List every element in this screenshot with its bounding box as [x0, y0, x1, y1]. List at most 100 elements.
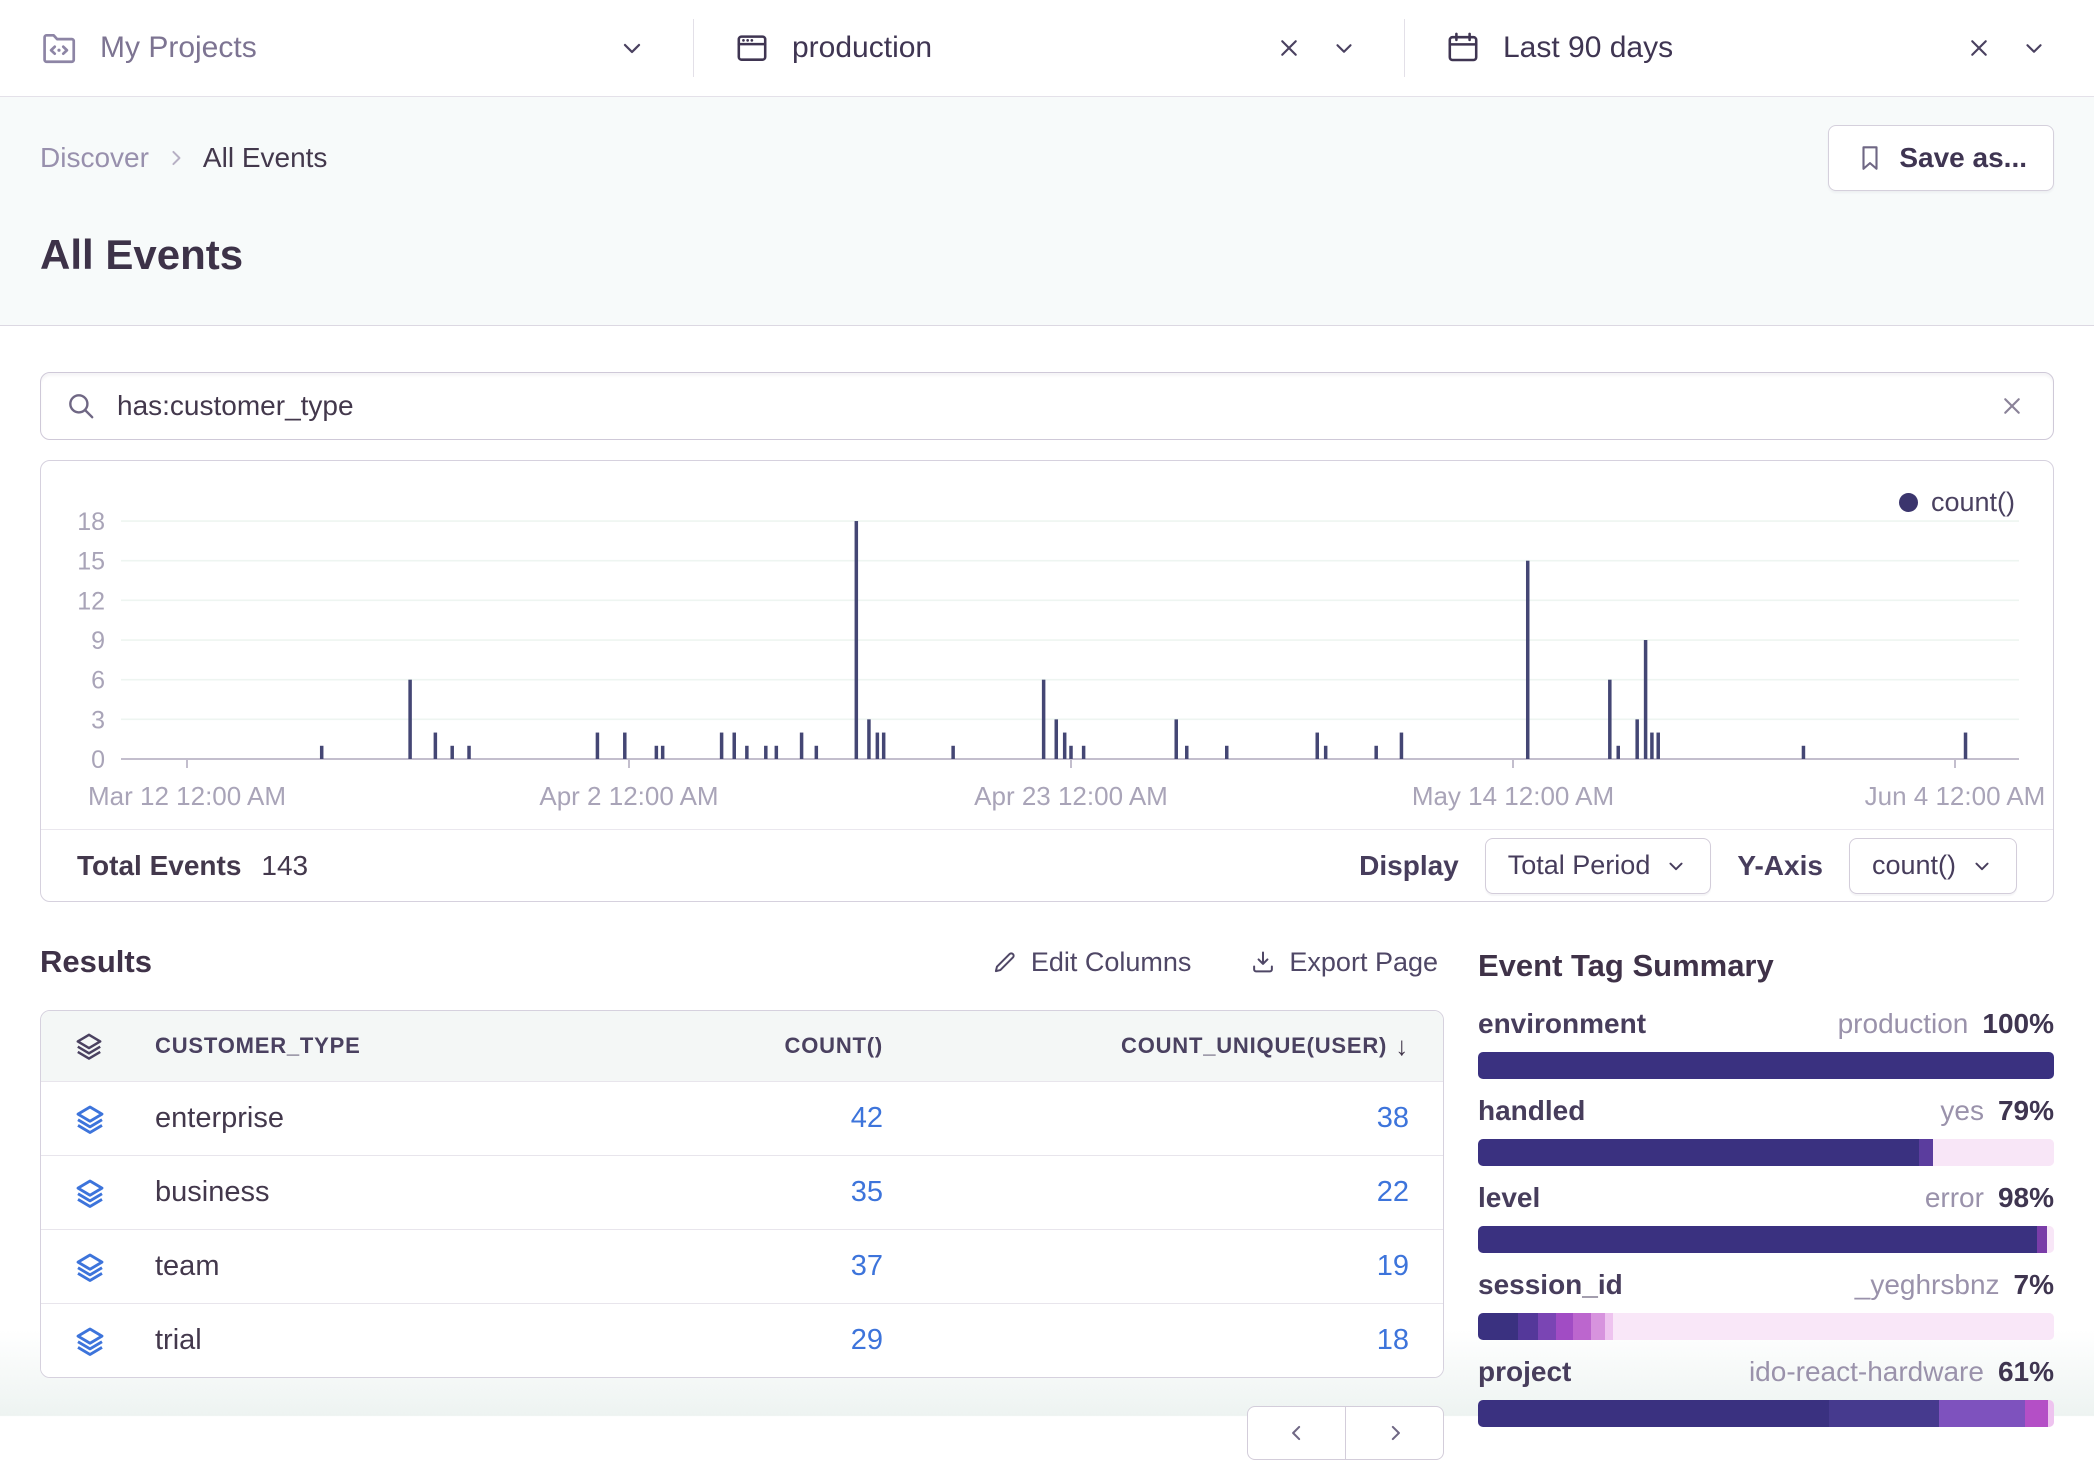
count-unique-link[interactable]: 18 — [1377, 1324, 1409, 1356]
table-row[interactable]: team3719 — [41, 1229, 1443, 1303]
tag-bar-segment[interactable] — [1591, 1313, 1604, 1340]
chart-bar — [1400, 733, 1404, 759]
tag-bar-segment[interactable] — [1518, 1313, 1538, 1340]
tag-bar-segment[interactable] — [2048, 1400, 2054, 1427]
save-as-label: Save as... — [1899, 142, 2027, 174]
tag-bar-segment[interactable] — [1613, 1313, 2054, 1340]
global-filter-bar: My Projects production — [0, 0, 2094, 97]
column-header-count-unique[interactable]: COUNT_UNIQUE(USER) ↓ — [883, 1031, 1409, 1062]
environment-filter-clear[interactable] — [1272, 31, 1306, 65]
chevron-left-icon — [1284, 1420, 1310, 1446]
project-filter-chevron[interactable] — [615, 31, 649, 65]
tag-bar-segment[interactable] — [2025, 1400, 2048, 1427]
chart-bar — [1635, 719, 1639, 759]
table-header-row: CUSTOMER_TYPE COUNT() COUNT_UNIQUE(USER)… — [41, 1011, 1443, 1081]
project-filter[interactable]: My Projects — [0, 0, 693, 96]
column-header-count[interactable]: COUNT() — [683, 1033, 883, 1059]
tag-bar-segment[interactable] — [1478, 1400, 1829, 1427]
count-link[interactable]: 37 — [851, 1250, 883, 1282]
chart-bar — [655, 746, 659, 759]
yaxis-dropdown[interactable]: count() — [1849, 838, 2017, 894]
tag-name: level — [1478, 1182, 1540, 1214]
environment-filter[interactable]: production — [694, 0, 1404, 96]
y-axis-tick-label: 9 — [91, 627, 105, 655]
chart-bar — [1316, 733, 1320, 759]
tag-bar-segment[interactable] — [2047, 1226, 2054, 1253]
table-row[interactable]: business3522 — [41, 1155, 1443, 1229]
search-bar — [40, 372, 2054, 440]
chevron-down-icon — [1330, 34, 1358, 62]
count-unique-link[interactable]: 22 — [1377, 1176, 1409, 1208]
chart-footer: Total Events 143 Display Total Period Y-… — [41, 829, 2053, 901]
pagination-next-button[interactable] — [1345, 1406, 1444, 1460]
edit-columns-label: Edit Columns — [1031, 947, 1192, 978]
tag-bar-segment[interactable] — [1605, 1313, 1614, 1340]
customer-type-cell: enterprise — [155, 1102, 683, 1135]
chart-bar — [1526, 561, 1530, 759]
tag-bar-segment[interactable] — [1478, 1052, 2054, 1079]
tag-bar-segment[interactable] — [1478, 1226, 2037, 1253]
chart-legend[interactable]: count() — [1899, 487, 2015, 518]
tag-summary-item: session_id_yeghrsbnz7% — [1478, 1269, 2054, 1340]
export-page-button[interactable]: Export Page — [1243, 946, 1444, 979]
tag-bar-segment[interactable] — [1556, 1313, 1573, 1340]
table-row[interactable]: enterprise 42 38 — [41, 1081, 1443, 1155]
tag-bar-segment[interactable] — [1478, 1313, 1518, 1340]
tag-bar-segment[interactable] — [1478, 1139, 1919, 1166]
count-link[interactable]: 42 — [851, 1102, 883, 1134]
pencil-icon — [991, 948, 1019, 976]
tag-bar-segment[interactable] — [1829, 1400, 1938, 1427]
events-chart-area[interactable]: 0369121518Mar 12 12:00 AMApr 2 12:00 AMA… — [41, 461, 2053, 829]
display-dropdown[interactable]: Total Period — [1485, 838, 1712, 894]
close-icon — [1274, 33, 1304, 63]
y-axis-tick-label: 15 — [77, 548, 105, 576]
yaxis-label: Y-Axis — [1737, 850, 1823, 882]
edit-columns-button[interactable]: Edit Columns — [985, 946, 1198, 979]
y-axis-tick-label: 12 — [77, 587, 105, 615]
stack-icon — [75, 1252, 155, 1282]
breadcrumb-discover-link[interactable]: Discover — [40, 142, 149, 174]
event-tag-summary: Event Tag Summary environmentproduction1… — [1478, 944, 2054, 1427]
column-header-customer-type[interactable]: CUSTOMER_TYPE — [155, 1033, 683, 1059]
tag-bar-segment[interactable] — [1939, 1400, 2025, 1427]
search-icon — [65, 390, 97, 422]
close-icon — [1997, 391, 2027, 421]
date-range-filter-clear[interactable] — [1962, 31, 1996, 65]
pagination-prev-button[interactable] — [1247, 1406, 1346, 1460]
count-unique-link[interactable]: 19 — [1377, 1250, 1409, 1282]
chart-bar — [1174, 719, 1178, 759]
search-clear-button[interactable] — [1995, 389, 2029, 423]
chart-bar — [1324, 746, 1328, 759]
x-axis-tick-label: Jun 4 12:00 AM — [1865, 781, 2046, 811]
environment-filter-chevron[interactable] — [1328, 32, 1360, 64]
tag-distribution-bar — [1478, 1139, 2054, 1166]
count-link[interactable]: 29 — [851, 1324, 883, 1356]
count-unique-link[interactable]: 38 — [1377, 1102, 1409, 1134]
page-header: Discover All Events Save as... All Event… — [0, 97, 2094, 326]
tag-bar-segment[interactable] — [2037, 1226, 2047, 1253]
chart-bar — [882, 733, 886, 759]
window-icon — [734, 30, 770, 66]
tag-bar-segment[interactable] — [1933, 1139, 2054, 1166]
chart-bar — [320, 746, 324, 759]
close-icon — [1964, 33, 1994, 63]
count-link[interactable]: 35 — [851, 1176, 883, 1208]
tag-name: environment — [1478, 1008, 1646, 1040]
chart-bar — [800, 733, 804, 759]
chart-bar — [1650, 733, 1654, 759]
y-axis-tick-label: 6 — [91, 667, 105, 695]
chart-bar — [1082, 746, 1086, 759]
table-body: enterprise4238business3522team3719trial2… — [41, 1081, 1443, 1377]
tag-bar-segment[interactable] — [1538, 1313, 1555, 1340]
main-content: 0369121518Mar 12 12:00 AMApr 2 12:00 AMA… — [0, 372, 2094, 1460]
search-input[interactable] — [115, 389, 1977, 423]
tag-distribution-bar — [1478, 1052, 2054, 1079]
date-range-filter[interactable]: Last 90 days — [1405, 0, 2094, 96]
tag-name: session_id — [1478, 1269, 1623, 1301]
date-range-filter-chevron[interactable] — [2018, 32, 2050, 64]
page-title: All Events — [40, 231, 2054, 279]
tag-bar-segment[interactable] — [1919, 1139, 1933, 1166]
tag-bar-segment[interactable] — [1573, 1313, 1591, 1340]
save-as-button[interactable]: Save as... — [1828, 125, 2054, 191]
table-row[interactable]: trial2918 — [41, 1303, 1443, 1377]
